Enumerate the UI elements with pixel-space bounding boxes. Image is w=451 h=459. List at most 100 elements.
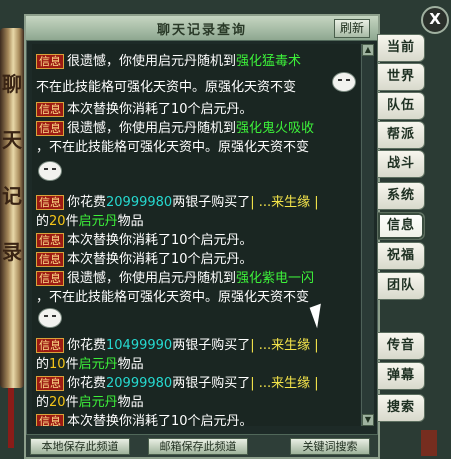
window-title: 聊天记录查询 [156, 23, 247, 38]
chat-line: ，不在此技能格可强化天资中。原强化天资不变 [36, 136, 309, 155]
info-tag: 信息 [36, 195, 64, 210]
chat-scrollbar[interactable]: ▲ ▼ [361, 44, 374, 426]
chat-text: ，不在此技能格可强化天资中。原强化天资不变 [36, 290, 310, 305]
chat-line: 信息 本次替换你消耗了10个启元丹。 [36, 98, 253, 117]
chat-line: 信息 本次替换你消耗了10个启元丹。 [36, 229, 253, 248]
refresh-button[interactable]: 刷新 [334, 19, 370, 38]
chat-text: 的 [36, 357, 50, 372]
info-tag: 信息 [36, 271, 64, 286]
chat-line: 信息 很遗憾，你使用启元丹随机到强化猛毒术 [36, 50, 301, 69]
scroll-char: 聊 [2, 72, 22, 96]
chat-line: 信息 很遗憾，你使用启元丹随机到强化紫电一闪 [36, 267, 314, 286]
chat-text: ，不在此技能格可强化天资中。原强化天资不变 [36, 140, 310, 155]
chat-line: 的20件启元丹物品 [36, 210, 144, 229]
tab-info[interactable]: 信息 [377, 212, 425, 240]
chat-text: 本次替换你消耗了10个启元丹。 [67, 252, 253, 267]
emoticon-icon [38, 308, 62, 328]
seller-name: | ...来生缘 | [250, 376, 319, 391]
info-tag: 信息 [36, 121, 64, 136]
chat-line: 的20件启元丹物品 [36, 391, 144, 410]
chat-text: 件 [65, 357, 79, 372]
price-value: 10499990 [106, 338, 173, 353]
chat-text: 件 [65, 214, 79, 229]
chat-text: 你花费 [67, 376, 107, 391]
info-tag: 信息 [36, 338, 64, 353]
tab-guild[interactable]: 帮派 [377, 121, 425, 149]
chat-line: 信息 你花费20999980两银子购买了| ...来生缘 | [36, 372, 319, 391]
quantity-value: 20 [49, 395, 66, 410]
info-tag: 信息 [36, 252, 64, 267]
chat-text: 你花费 [67, 338, 107, 353]
save-mail-button[interactable]: 邮箱保存此频道 [148, 438, 248, 455]
price-value: 20999980 [106, 195, 173, 210]
chat-text: 两银子购买了 [172, 195, 251, 210]
chat-text: 两银子购买了 [172, 338, 251, 353]
quantity-value: 10 [49, 357, 66, 372]
scroll-down-icon[interactable]: ▼ [362, 414, 374, 426]
chat-text: 的 [36, 395, 50, 410]
seller-name: | ...来生缘 | [250, 195, 319, 210]
price-value: 20999980 [106, 376, 173, 391]
keyword-search-button[interactable]: 关键词搜索 [290, 438, 370, 455]
seal-decoration [421, 430, 437, 456]
chat-history-window: 聊天记录查询 刷新 信息 很遗憾，你使用启元丹随机到强化猛毒术 不在此技能格可强化… [24, 14, 380, 459]
save-local-button[interactable]: 本地保存此频道 [30, 438, 130, 455]
bottom-toolbar: 本地保存此频道 邮箱保存此频道 关键词搜索 [26, 434, 378, 457]
tab-blessing[interactable]: 祝福 [377, 242, 425, 270]
scroll-char: 记 [2, 184, 22, 208]
chat-text: 很遗憾，你使用启元丹随机到 [67, 271, 237, 286]
chat-text: 本次替换你消耗了10个启元丹。 [67, 233, 253, 248]
chat-text: 物品 [117, 395, 144, 410]
chat-text: 不在此技能格可强化天资中。原强化天资不变 [36, 80, 297, 95]
chat-line: 信息 你花费20999980两银子购买了| ...来生缘 | [36, 191, 319, 210]
info-tag: 信息 [36, 102, 64, 117]
close-icon[interactable]: X [421, 6, 449, 34]
chat-text: 的 [36, 214, 50, 229]
chat-text: 很遗憾，你使用启元丹随机到 [67, 121, 237, 136]
tab-system[interactable]: 系统 [377, 182, 425, 210]
chat-log: 信息 很遗憾，你使用启元丹随机到强化猛毒术 不在此技能格可强化天资中。原强化天资不… [32, 44, 360, 426]
chat-line: 的10件启元丹物品 [36, 353, 144, 372]
info-tag: 信息 [36, 54, 64, 69]
chat-line: 信息 本次替换你消耗了10个启元丹。 [36, 410, 253, 426]
chat-line: 信息 本次替换你消耗了10个启元丹。 [36, 248, 253, 267]
chat-text: 你花费 [67, 195, 107, 210]
chat-text: 两银子购买了 [172, 376, 251, 391]
tassel-decoration [8, 388, 14, 448]
tab-battle[interactable]: 战斗 [377, 150, 425, 178]
scroll-up-icon[interactable]: ▲ [362, 44, 374, 56]
scroll-char: 天 [2, 128, 22, 152]
emoticon-icon [38, 161, 62, 181]
tab-whisper[interactable]: 传音 [377, 332, 425, 360]
tab-search[interactable]: 搜索 [377, 394, 425, 422]
quantity-value: 20 [49, 214, 66, 229]
chat-line: 信息 很遗憾，你使用启元丹随机到强化鬼火吸收 [36, 117, 314, 136]
chat-highlight: 强化紫电一闪 [236, 271, 315, 286]
chat-line: 信息 你花费10499990两银子购买了| ...来生缘 | [36, 334, 319, 353]
chat-line: 不在此技能格可强化天资中。原强化天资不变 [36, 76, 296, 95]
tab-world[interactable]: 世界 [377, 63, 425, 91]
chat-text: 本次替换你消耗了10个启元丹。 [67, 414, 253, 426]
chat-text: 本次替换你消耗了10个启元丹。 [67, 102, 253, 117]
chat-text: 件 [65, 395, 79, 410]
item-name: 启元丹 [78, 214, 118, 229]
tab-team[interactable]: 队伍 [377, 92, 425, 120]
info-tag: 信息 [36, 414, 64, 426]
scroll-char: 录 [2, 240, 22, 264]
tab-barrage[interactable]: 弹幕 [377, 362, 425, 390]
scroll-decoration: 聊 天 记 录 [0, 28, 24, 388]
tab-group[interactable]: 团队 [377, 272, 425, 300]
chat-text: 物品 [117, 214, 144, 229]
tab-current[interactable]: 当前 [377, 34, 425, 62]
chat-highlight: 强化鬼火吸收 [236, 121, 315, 136]
item-name: 启元丹 [78, 395, 118, 410]
info-tag: 信息 [36, 376, 64, 391]
chat-text: 很遗憾，你使用启元丹随机到 [67, 54, 237, 69]
seller-name: | ...来生缘 | [250, 338, 319, 353]
info-tag: 信息 [36, 233, 64, 248]
chat-line: ，不在此技能格可强化天资中。原强化天资不变 [36, 286, 309, 305]
chat-highlight: 强化猛毒术 [236, 54, 302, 69]
title-bar: 聊天记录查询 刷新 [26, 16, 378, 41]
item-name: 启元丹 [78, 357, 118, 372]
emoticon-icon [332, 72, 356, 92]
